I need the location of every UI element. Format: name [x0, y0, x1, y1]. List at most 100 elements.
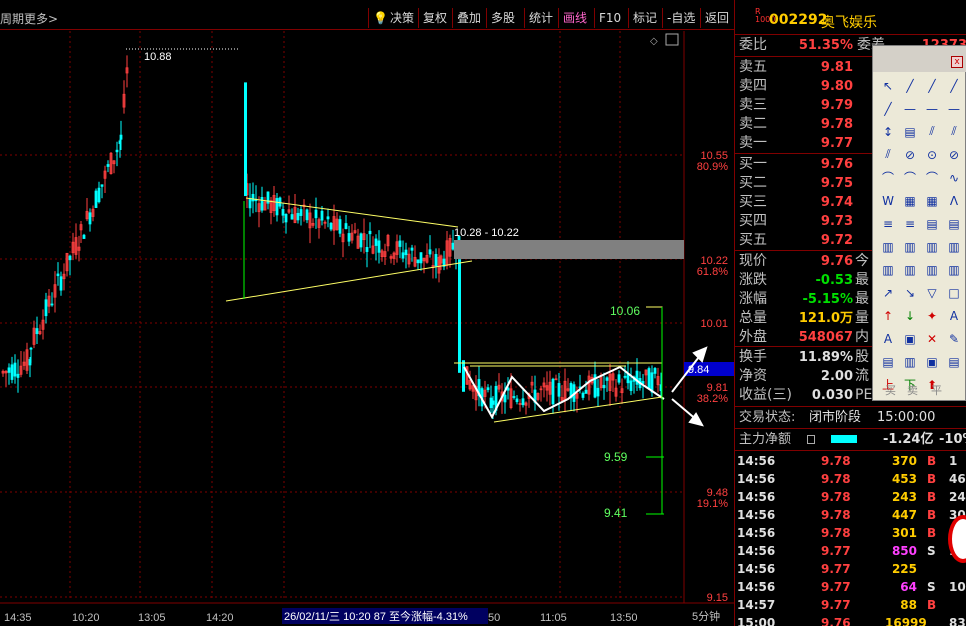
close-icon[interactable]: x — [951, 56, 963, 68]
tick-row[interactable]: 14:56 9.78 370 B 1 — [737, 452, 965, 470]
drawing-tool-icon[interactable]: ⊙ — [921, 143, 943, 166]
tick-row[interactable]: 14:56 9.78 453 B 46 — [737, 470, 966, 488]
drawing-tool-icon[interactable]: A — [943, 304, 965, 327]
candle-body — [44, 299, 48, 317]
drawing-tool-icon[interactable]: ▦ — [921, 189, 943, 212]
candle-body — [82, 234, 86, 239]
drawing-tool-icon[interactable]: ⫽ — [877, 143, 899, 166]
drawing-tool-icon[interactable]: ↕ — [877, 120, 899, 143]
list-icon[interactable] — [807, 435, 815, 444]
drawing-tool-icon[interactable]: ▤ — [943, 212, 965, 235]
drawing-tool-icon[interactable]: A — [877, 327, 899, 350]
drawing-tool-icon[interactable]: ∿ — [943, 166, 965, 189]
drawing-tool-icon[interactable]: ╱ — [877, 97, 899, 120]
tick-row[interactable]: 14:56 9.77 225 — [737, 560, 965, 578]
drawing-tool-icon[interactable]: ≡ — [877, 212, 899, 235]
drawing-tool-icon[interactable]: ⫽ — [921, 120, 943, 143]
drawing-tool-icon[interactable]: ▥ — [921, 235, 943, 258]
candle-body — [374, 238, 378, 246]
drawing-tool-icon[interactable]: ▤ — [899, 120, 921, 143]
stock-name[interactable]: 奥飞娱乐 — [821, 12, 877, 32]
candle-body — [428, 249, 432, 255]
drawing-tool-icon[interactable]: ▽ — [921, 281, 943, 304]
drawing-tool-icon[interactable]: ▤ — [943, 350, 965, 373]
candle-body — [629, 380, 633, 391]
tick-row[interactable]: 14:569.77850S1 — [737, 542, 965, 560]
back-button[interactable]: 返回 — [700, 8, 733, 28]
f10-button[interactable]: F10 — [594, 8, 625, 28]
candlestick-chart[interactable]: 10.55 80.9% 10.22 61.8% 10.01 9.81 38.2%… — [0, 31, 734, 626]
tick-row[interactable]: 14:56 9.78 447 B 30 — [737, 506, 966, 524]
time-label: 13:50 — [610, 612, 638, 624]
drawing-tool-icon[interactable]: ≡ — [899, 212, 921, 235]
drawing-tool-icon[interactable]: ↗ — [877, 281, 899, 304]
drawing-tool-icon[interactable]: ╱ — [921, 74, 943, 97]
divider — [735, 406, 966, 407]
drawing-tool-icon[interactable]: ↘ — [899, 281, 921, 304]
drawing-tool-icon[interactable]: ⊘ — [899, 143, 921, 166]
drawing-tool-icon[interactable]: ▥ — [943, 258, 965, 281]
drawing-tool-icon[interactable]: ▣ — [899, 327, 921, 350]
tick-row[interactable]: 15:009.7616999831 — [737, 614, 966, 626]
sell-tool[interactable]: 卖 — [907, 382, 918, 398]
drawing-tool-icon[interactable]: ⫽ — [943, 120, 965, 143]
diamond-icon[interactable]: ◇ — [650, 36, 658, 47]
drawing-tool-icon[interactable]: ╱ — [899, 74, 921, 97]
drawing-tool-icon[interactable]: ▤ — [877, 350, 899, 373]
stock-code[interactable]: 002292 — [769, 12, 827, 28]
drawing-tool-icon[interactable]: ▦ — [899, 189, 921, 212]
candle-body — [284, 213, 288, 223]
drawing-tool-icon[interactable]: ⊘ — [943, 143, 965, 166]
drawing-tool-icon[interactable]: ↑ — [877, 304, 899, 327]
drawing-tool-icon[interactable]: ▥ — [877, 235, 899, 258]
tick-row[interactable]: 14:569.78301B6 — [737, 524, 965, 542]
drawing-tool-icon[interactable]: ▥ — [899, 258, 921, 281]
drawing-tool-icon[interactable]: ▤ — [921, 212, 943, 235]
drawing-tool-icon[interactable]: ⌒ — [877, 166, 899, 189]
drawing-tool-icon[interactable]: ✦ — [921, 304, 943, 327]
target-ladder — [646, 307, 664, 515]
draw-line-button[interactable]: 画线 — [558, 8, 591, 28]
period-tag[interactable]: 5分钟 — [692, 609, 720, 623]
drawing-tool-icon[interactable]: ▥ — [899, 235, 921, 258]
time-label: 14:35 — [4, 612, 32, 624]
tick-row[interactable]: 14:56 9.77 64 S 10 — [737, 578, 966, 596]
drawing-tool-icon[interactable]: — — [899, 97, 921, 120]
adjust-button[interactable]: 复权 — [418, 8, 451, 28]
drawing-tool-icon[interactable]: ▥ — [899, 350, 921, 373]
tick-row[interactable]: 14:56 9.78 243 B 24 — [737, 488, 966, 506]
drawing-tool-icon[interactable]: □ — [943, 281, 965, 304]
drawing-tool-palette[interactable]: x ↖ ╱ ╱ ╱ ╱ — — — ↕ ▤ ⫽ ⫽ ⫽ ⊘ ⊙ ⊘ ⌒ ⌒ ⌒ ∿ W ▦ ▦ Λ ≡ ≡ ▤ ▤ ▥ ▥ ▥ ▥ ▥ ▥ ▥ ▥ ↗ ↘… — [872, 45, 966, 401]
drawing-tool-icon[interactable]: ✎ — [943, 327, 965, 350]
drawing-tool-icon[interactable]: ↖ — [877, 74, 899, 97]
drawing-tool-icon[interactable]: ↓ — [899, 304, 921, 327]
multi-stock-button[interactable]: 多股 — [486, 8, 519, 28]
mark-button[interactable]: 标记 — [628, 8, 661, 28]
drawing-tool-icon[interactable]: ╱ — [943, 74, 965, 97]
statistics-button[interactable]: 统计 — [524, 8, 557, 28]
drawing-tool-icon[interactable]: ▣ — [921, 350, 943, 373]
drawing-tool-icon[interactable]: ▥ — [943, 235, 965, 258]
window-toggle-icon[interactable] — [665, 33, 679, 46]
drawing-tool-icon[interactable]: — — [921, 97, 943, 120]
tick-row[interactable]: 14:57 9.77 88 B — [737, 596, 965, 614]
drawing-tool-icon[interactable]: ⌒ — [899, 166, 921, 189]
overlay-button[interactable]: 叠加 — [452, 8, 485, 28]
drawing-tool-icon[interactable]: W — [877, 189, 899, 212]
drawing-tool-icon[interactable]: Λ — [943, 189, 965, 212]
drawing-tool-icon[interactable]: ▥ — [921, 258, 943, 281]
candle-body — [244, 82, 247, 197]
drawing-tool-icon[interactable]: — — [943, 97, 965, 120]
more-menu[interactable]: 更多> — [24, 10, 58, 27]
drawing-tool-icon[interactable] — [943, 373, 965, 396]
candle-body — [296, 212, 300, 221]
drawing-tool-icon[interactable]: ▥ — [877, 258, 899, 281]
buy-tool[interactable]: 买 — [885, 382, 896, 398]
flat-tool[interactable]: 平 — [931, 382, 942, 398]
drawing-tool-icon[interactable]: ✕ — [921, 327, 943, 350]
watchlist-button[interactable]: -自选 — [662, 8, 699, 28]
candle-body — [299, 209, 303, 216]
drawing-tool-icon[interactable]: ⌒ — [921, 166, 943, 189]
period-label[interactable]: 周期 — [0, 10, 24, 27]
decision-button[interactable]: 💡 决策 — [368, 8, 418, 28]
